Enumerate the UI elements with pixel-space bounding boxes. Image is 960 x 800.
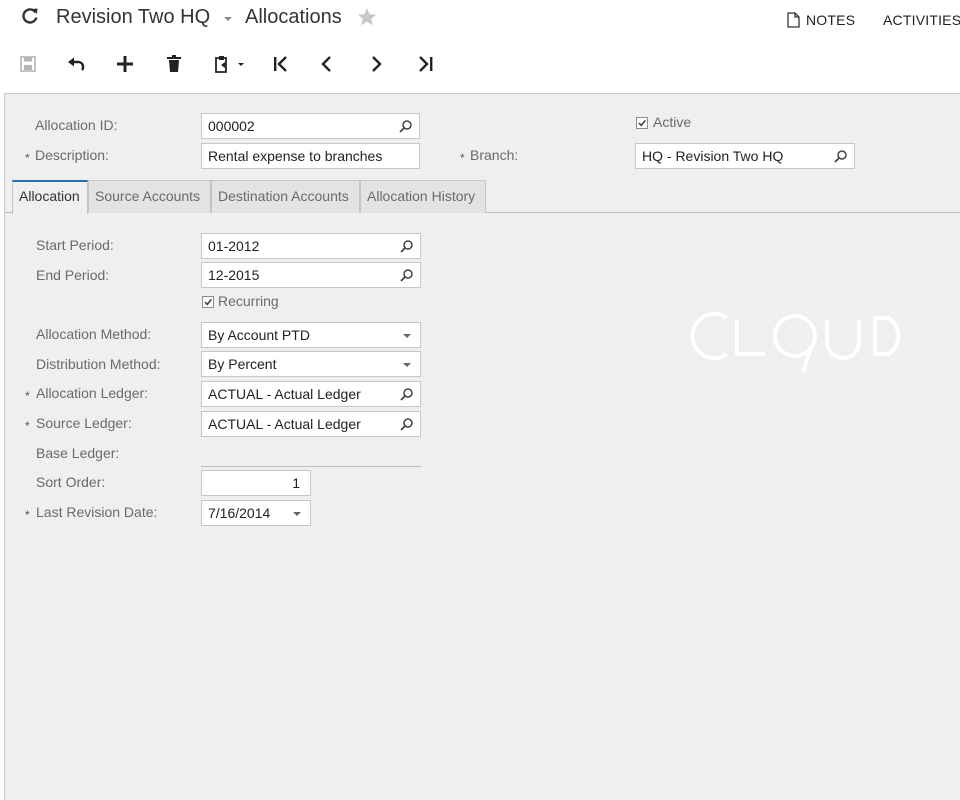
allocation-id-field[interactable]: 000002 bbox=[201, 113, 420, 139]
base-ledger-field bbox=[201, 466, 421, 467]
branch-label: Branch: bbox=[470, 147, 519, 163]
required-marker: * bbox=[25, 419, 30, 433]
allocation-ledger-value: ACTUAL - Actual Ledger bbox=[208, 386, 361, 402]
start-period-value: 01-2012 bbox=[208, 238, 260, 254]
start-period-label: Start Period: bbox=[36, 237, 114, 253]
last-revision-date-field[interactable]: 7/16/2014 bbox=[201, 500, 311, 526]
favorite-star-icon[interactable] bbox=[356, 6, 378, 28]
tab-destination-accounts[interactable]: Destination Accounts bbox=[211, 180, 360, 213]
description-label: Description: bbox=[35, 147, 109, 163]
start-period-field[interactable]: 01-2012 bbox=[201, 233, 421, 259]
screen-title: Allocations bbox=[245, 6, 342, 28]
chevron-down-icon[interactable] bbox=[400, 328, 414, 342]
required-marker: * bbox=[25, 389, 30, 403]
search-icon[interactable] bbox=[399, 119, 413, 133]
activities-button[interactable]: ACTIVITIES bbox=[883, 12, 960, 28]
required-marker: * bbox=[25, 151, 30, 165]
tab-allocation-history[interactable]: Allocation History bbox=[360, 180, 486, 213]
sort-order-label: Sort Order: bbox=[36, 474, 106, 490]
last-revision-date-label: Last Revision Date: bbox=[36, 504, 158, 520]
distribution-method-label: Distribution Method: bbox=[36, 356, 161, 372]
source-ledger-field[interactable]: ACTUAL - Actual Ledger bbox=[201, 411, 421, 437]
end-period-label: End Period: bbox=[36, 267, 110, 283]
notes-label: NOTES bbox=[806, 12, 856, 28]
description-field[interactable]: Rental expense to branches bbox=[201, 143, 420, 169]
distribution-method-value: By Percent bbox=[208, 356, 277, 372]
recurring-checkbox[interactable] bbox=[202, 296, 214, 308]
active-label: Active bbox=[653, 114, 692, 130]
allocation-id-label: Allocation ID: bbox=[35, 117, 118, 133]
source-ledger-label: Source Ledger: bbox=[36, 415, 132, 431]
add-icon[interactable] bbox=[113, 52, 137, 76]
allocation-ledger-label: Allocation Ledger: bbox=[36, 385, 149, 401]
sort-order-field[interactable]: 1 bbox=[201, 470, 311, 496]
title-bar: Revision Two HQ Allocations NOTES ACTIVI… bbox=[0, 0, 960, 40]
first-record-icon[interactable] bbox=[268, 52, 292, 76]
tab-source-accounts[interactable]: Source Accounts bbox=[88, 180, 211, 213]
recurring-label: Recurring bbox=[218, 293, 279, 309]
branch-field[interactable]: HQ - Revision Two HQ bbox=[635, 143, 855, 169]
distribution-method-select[interactable]: By Percent bbox=[201, 351, 421, 377]
tab-allocation[interactable]: Allocation bbox=[12, 180, 88, 214]
branch-value: HQ - Revision Two HQ bbox=[642, 148, 784, 164]
end-period-field[interactable]: 12-2015 bbox=[201, 262, 421, 288]
search-icon[interactable] bbox=[400, 387, 414, 401]
undo-icon[interactable] bbox=[65, 52, 89, 76]
chevron-down-icon[interactable] bbox=[290, 506, 304, 520]
next-record-icon[interactable] bbox=[364, 52, 388, 76]
form-panel: Allocation ID: 000002 * Description: Ren… bbox=[4, 93, 960, 800]
last-record-icon[interactable] bbox=[414, 52, 438, 76]
previous-record-icon[interactable] bbox=[315, 52, 339, 76]
allocation-method-value: By Account PTD bbox=[208, 327, 310, 343]
refresh-icon[interactable] bbox=[20, 6, 40, 26]
allocation-ledger-field[interactable]: ACTUAL - Actual Ledger bbox=[201, 381, 421, 407]
note-document-icon bbox=[787, 12, 800, 28]
search-icon[interactable] bbox=[400, 239, 414, 253]
company-dropdown-icon[interactable] bbox=[222, 12, 234, 24]
end-period-value: 12-2015 bbox=[208, 267, 260, 283]
source-ledger-value: ACTUAL - Actual Ledger bbox=[208, 416, 361, 432]
required-marker: * bbox=[25, 508, 30, 522]
last-revision-date-value: 7/16/2014 bbox=[208, 505, 271, 521]
notes-button[interactable]: NOTES bbox=[786, 11, 855, 29]
allocation-id-value: 000002 bbox=[208, 118, 255, 134]
company-title: Revision Two HQ bbox=[56, 6, 211, 28]
save-icon[interactable] bbox=[16, 52, 40, 76]
allocation-method-select[interactable]: By Account PTD bbox=[201, 322, 421, 348]
search-icon[interactable] bbox=[834, 149, 848, 163]
active-checkbox[interactable] bbox=[636, 117, 648, 129]
search-icon[interactable] bbox=[400, 268, 414, 282]
clipboard-icon[interactable] bbox=[212, 52, 248, 76]
chevron-down-icon[interactable] bbox=[400, 357, 414, 371]
cloud-watermark-logo bbox=[691, 312, 901, 373]
allocation-method-label: Allocation Method: bbox=[36, 326, 152, 342]
delete-icon[interactable] bbox=[162, 52, 186, 76]
search-icon[interactable] bbox=[400, 417, 414, 431]
required-marker: * bbox=[460, 151, 465, 165]
base-ledger-label: Base Ledger: bbox=[36, 445, 120, 461]
